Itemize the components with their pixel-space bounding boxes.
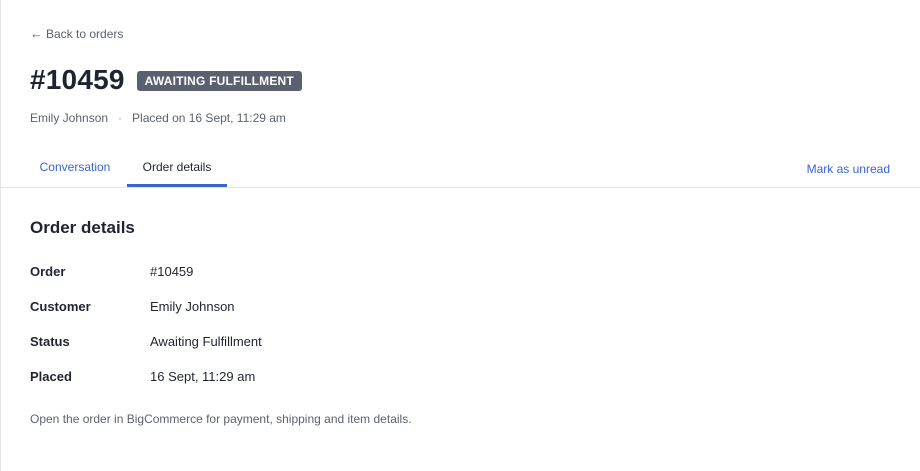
detail-value: #10459 <box>150 264 194 279</box>
detail-value: Emily Johnson <box>150 299 235 314</box>
detail-value: 16 Sept, 11:29 am <box>150 369 256 384</box>
detail-row-customer: Customer Emily Johnson <box>30 299 630 334</box>
mark-as-unread-link[interactable]: Mark as unread <box>807 162 890 176</box>
page-title: #10459 <box>30 64 125 95</box>
order-header: #10459 AWAITING FULFILLMENT <box>30 64 302 96</box>
detail-value: Awaiting Fulfillment <box>150 334 262 349</box>
status-badge: AWAITING FULFILLMENT <box>136 71 302 91</box>
detail-label: Status <box>30 334 70 349</box>
details-footnote: Open the order in BigCommerce for paymen… <box>30 412 412 426</box>
section-title: Order details <box>30 218 135 237</box>
detail-row-placed: Placed 16 Sept, 11:29 am <box>30 369 630 404</box>
detail-row-status: Status Awaiting Fulfillment <box>30 334 630 369</box>
tab-conversation[interactable]: Conversation <box>25 150 125 187</box>
tab-conversation-label: Conversation <box>39 160 111 174</box>
customer-name: Emily Johnson <box>30 111 109 125</box>
arrow-left-icon: ← <box>30 26 43 41</box>
tab-bar: Conversation Order details Mark as unrea… <box>1 150 920 188</box>
placed-date: Placed on 16 Sept, 11:29 am <box>132 111 286 125</box>
back-to-orders-link[interactable]: ← Back to orders <box>30 27 123 41</box>
order-meta: Emily Johnson · Placed on 16 Sept, 11:29… <box>30 111 286 125</box>
meta-separator: · <box>118 111 123 125</box>
detail-label: Order <box>30 264 66 279</box>
detail-row-order: Order #10459 <box>30 264 630 299</box>
tab-order-details[interactable]: Order details <box>127 150 227 187</box>
order-page: ← Back to orders #10459 AWAITING FULFILL… <box>0 0 920 471</box>
detail-label: Customer <box>30 299 91 314</box>
detail-label: Placed <box>30 369 72 384</box>
back-link-label: Back to orders <box>46 27 124 41</box>
order-details-list: Order #10459 Customer Emily Johnson Stat… <box>30 264 630 404</box>
tab-order-details-label: Order details <box>142 160 212 174</box>
